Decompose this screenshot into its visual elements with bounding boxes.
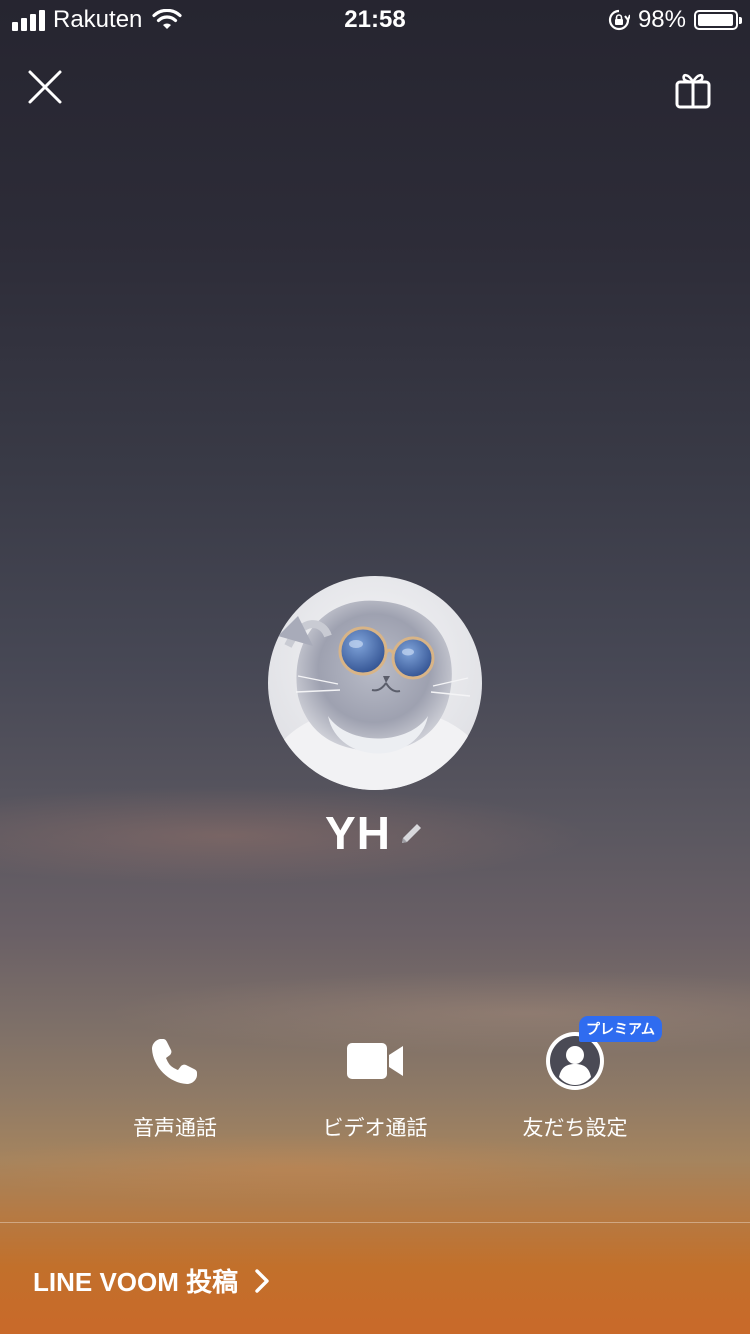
voice-call-icon-wrap [75, 1030, 275, 1092]
video-call-label: ビデオ通話 [322, 1117, 428, 1140]
video-call-icon-wrap [275, 1030, 475, 1092]
voom-link-label: LINE VOOM 投稿 [33, 1267, 239, 1297]
battery-percent: 98% [637, 6, 686, 33]
line-voom-posts-link[interactable]: LINE VOOM 投稿 [33, 1262, 270, 1299]
cat-with-sunglasses-image [268, 576, 482, 790]
profile-name: YH [325, 807, 391, 859]
status-bar: Rakuten 21:58 98% [0, 0, 750, 40]
voice-call-button[interactable]: 音声通話 [75, 1030, 275, 1142]
divider [0, 1222, 750, 1223]
pencil-icon [401, 824, 421, 843]
friend-settings-label: 友だち設定 [522, 1117, 628, 1140]
close-button[interactable] [26, 68, 64, 106]
action-bar: 音声通話 ビデオ通話 プレミアム 友だち設定 [0, 1016, 750, 1150]
gift-icon [675, 73, 711, 109]
profile-name-row: YH [0, 806, 750, 860]
video-call-button[interactable]: ビデオ通話 [275, 1030, 475, 1142]
battery-fill [698, 14, 734, 26]
right-status: 98% [608, 6, 742, 34]
profile-avatar[interactable] [268, 576, 482, 790]
gift-button[interactable] [674, 70, 712, 110]
premium-badge: プレミアム [579, 1016, 663, 1042]
friend-settings-icon-wrap: プレミアム [475, 1016, 675, 1092]
chevron-right-icon [255, 1268, 269, 1293]
friend-settings-button[interactable]: プレミアム 友だち設定 [475, 1016, 675, 1142]
voice-call-label: 音声通話 [133, 1117, 217, 1140]
orientation-lock-icon [608, 9, 630, 31]
close-icon [28, 70, 62, 104]
battery-icon [694, 10, 742, 30]
video-camera-icon [347, 1043, 403, 1079]
edit-name-button[interactable] [399, 820, 425, 846]
phone-icon [152, 1039, 197, 1084]
